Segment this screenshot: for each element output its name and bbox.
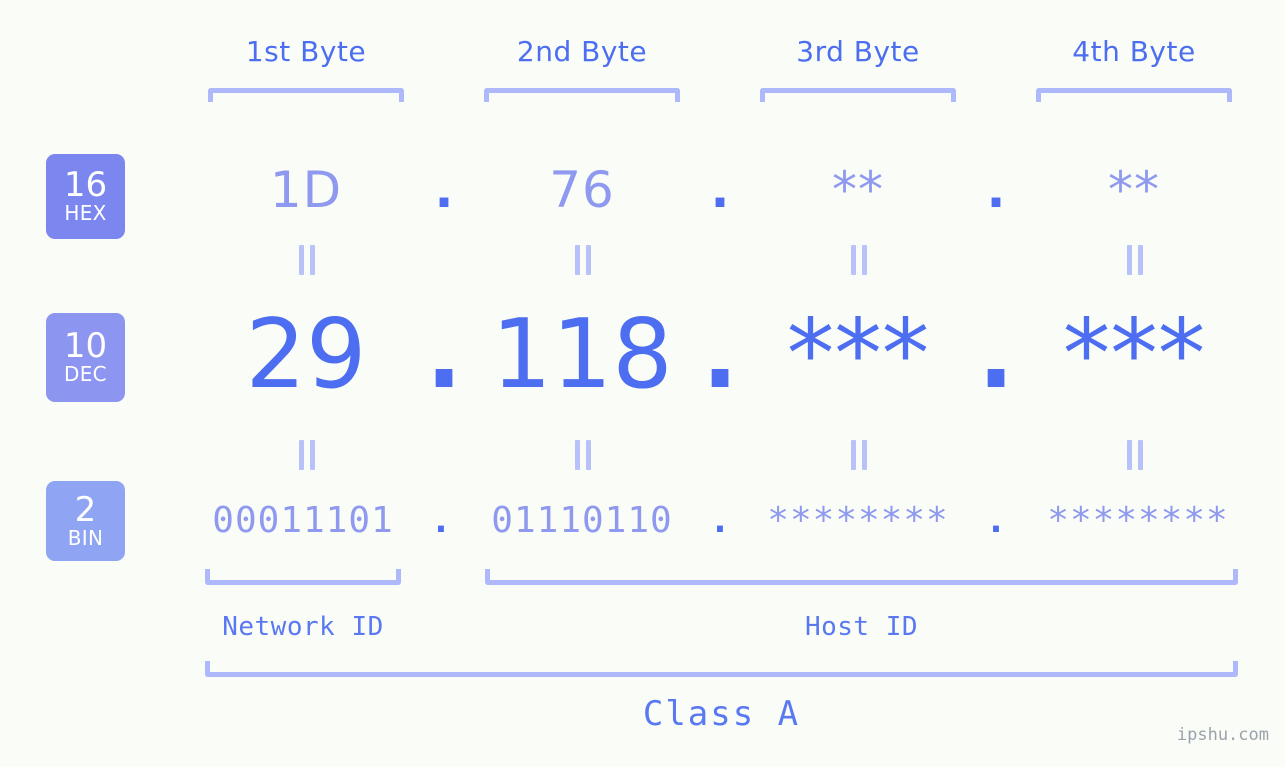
hex-separator-3: . (986, 161, 1006, 219)
network-id-bracket (205, 569, 401, 585)
radix-badge-bin-number: 2 (74, 489, 97, 530)
ip-address-breakdown-diagram: 1st Byte 2nd Byte 3rd Byte 4th Byte 16 H… (0, 0, 1285, 767)
byte-header-3: 3rd Byte (796, 35, 920, 68)
byte-bracket-3 (760, 88, 956, 102)
dec-separator-3: . (977, 300, 1015, 410)
hex-byte-1: 1D (269, 161, 343, 219)
bin-byte-3: ******** (767, 500, 949, 541)
radix-badge-bin-label: BIN (67, 525, 104, 550)
hex-separator-1: . (434, 161, 454, 219)
dec-byte-1: 29 (245, 300, 367, 410)
byte-header-2: 2nd Byte (516, 35, 648, 68)
class-label: Class A (642, 694, 801, 734)
radix-badge-bin: 2 BIN (46, 481, 125, 561)
bin-separator-3: . (985, 500, 1007, 541)
equals-marker-hex-dec-1 (295, 245, 317, 275)
byte-bracket-1 (208, 88, 404, 102)
host-id-bracket (485, 569, 1238, 585)
byte-bracket-4 (1036, 88, 1232, 102)
radix-badge-hex-number: 16 (63, 165, 108, 205)
equals-marker-hex-dec-4 (1123, 245, 1145, 275)
equals-marker-hex-dec-3 (847, 245, 869, 275)
watermark: ipshu.com (1176, 725, 1269, 745)
hex-byte-3: ** (832, 161, 884, 219)
dec-separator-2: . (701, 300, 739, 410)
equals-marker-dec-bin-4 (1123, 440, 1145, 470)
hex-byte-4: ** (1108, 161, 1160, 219)
hex-byte-2: 76 (549, 161, 615, 219)
bin-separator-1: . (430, 500, 452, 541)
equals-marker-dec-bin-3 (847, 440, 869, 470)
radix-badge-dec-label: DEC (64, 362, 107, 386)
class-bracket (205, 661, 1238, 677)
host-id-label: Host ID (804, 612, 919, 642)
bin-byte-4: ******** (1047, 500, 1229, 541)
equals-marker-dec-bin-1 (295, 440, 317, 470)
radix-badge-hex-label: HEX (64, 201, 107, 225)
equals-marker-dec-bin-2 (571, 440, 593, 470)
bin-byte-1: 00011101 (212, 500, 394, 541)
radix-badge-dec-number: 10 (63, 326, 108, 366)
byte-header-1: 1st Byte (245, 35, 367, 68)
radix-badge-dec: 10 DEC (46, 313, 125, 402)
network-id-label: Network ID (222, 612, 384, 642)
dec-separator-1: . (425, 300, 463, 410)
dec-byte-4: *** (1062, 300, 1206, 410)
radix-badge-hex: 16 HEX (46, 154, 125, 239)
bin-separator-2: . (709, 500, 731, 541)
bin-byte-2: 01110110 (491, 500, 673, 541)
hex-separator-2: . (710, 161, 730, 219)
dec-byte-3: *** (786, 300, 930, 410)
dec-byte-2: 118 (491, 300, 673, 410)
byte-header-4: 4th Byte (1072, 35, 1196, 68)
byte-bracket-2 (484, 88, 680, 102)
equals-marker-hex-dec-2 (571, 245, 593, 275)
